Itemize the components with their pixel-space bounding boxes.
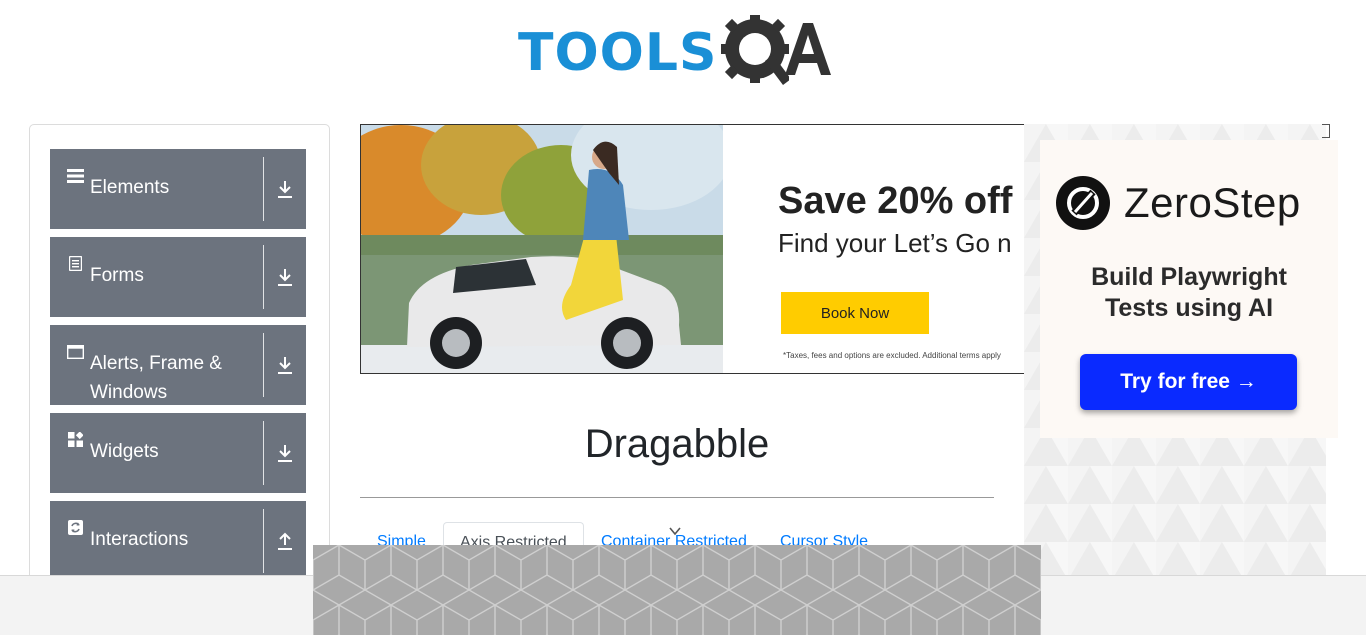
download-arrow-icon[interactable] <box>264 237 306 317</box>
list-icon <box>67 149 84 183</box>
upload-arrow-icon[interactable] <box>264 501 306 581</box>
ad-banner[interactable]: Save 20% off l Find your Let’s Go n Book… <box>360 124 1060 374</box>
widgets-icon <box>67 413 84 447</box>
tagline-line-2: Tests using AI <box>1104 294 1274 322</box>
download-arrow-icon[interactable] <box>264 413 306 493</box>
sidebar-item-label: Alerts, Frame & <box>90 353 222 374</box>
ad-fine-print: *Taxes, fees and options are excluded. A… <box>783 351 1001 360</box>
logo-tools-text: TOOLS <box>518 23 718 83</box>
gear-magnifier-icon <box>721 15 790 85</box>
download-arrow-icon[interactable] <box>264 325 306 405</box>
sidebar-item-label-line2: Windows <box>90 382 168 403</box>
cube-pattern-background <box>313 545 1041 635</box>
logo-qa-text <box>785 22 832 84</box>
sidebar-item-label: Widgets <box>90 441 159 462</box>
download-arrow-icon[interactable] <box>264 149 306 229</box>
toolsqa-logo[interactable]: TOOLS <box>518 14 842 92</box>
sidebar-item-label: Forms <box>90 265 144 286</box>
sidebar-item-forms[interactable]: Forms <box>50 237 306 317</box>
sidebar-item-label: Interactions <box>90 529 189 550</box>
sidebar-item-elements[interactable]: Elements <box>50 149 306 229</box>
book-now-button[interactable]: Book Now <box>781 292 929 334</box>
refresh-icon <box>67 501 84 535</box>
tagline-line-1: Build Playwright <box>1091 263 1287 291</box>
try-for-free-button[interactable]: Try for free → <box>1080 354 1297 410</box>
sidebar-item-alerts-frame-windows[interactable]: Alerts, Frame & Windows <box>50 325 306 405</box>
sidebar-item-widgets[interactable]: Widgets <box>50 413 306 493</box>
zerostep-brand: ZeroStep <box>1056 176 1301 230</box>
sidebar: Elements Forms Alerts, Frame & Windows W… <box>29 124 330 635</box>
window-icon <box>67 325 84 359</box>
ad-photo-car-woman <box>361 125 723 373</box>
sidebar-item-interactions[interactable]: Interactions <box>50 501 306 581</box>
bottom-ad[interactable] <box>313 545 1041 635</box>
page-title: Dragabble <box>584 422 770 466</box>
logo-a-glyph <box>785 22 832 75</box>
page: TOOLS Elements Forms Alerts, Frame & Win… <box>0 0 1366 635</box>
zerostep-ad[interactable]: ZeroStep Build Playwright Tests using AI… <box>1040 140 1338 438</box>
close-ad-icon[interactable] <box>668 526 682 540</box>
zerostep-logo-icon <box>1056 176 1110 230</box>
form-doc-icon <box>67 237 84 271</box>
zerostep-tagline: Build Playwright Tests using AI <box>1040 262 1338 324</box>
ad-close-icon[interactable] <box>1322 124 1330 138</box>
zerostep-brand-name: ZeroStep <box>1124 179 1301 226</box>
ad-subline: Find your Let’s Go n <box>778 228 1012 258</box>
sidebar-item-label: Elements <box>90 177 170 198</box>
ad-headline: Save 20% off l <box>778 180 1034 222</box>
divider <box>360 497 994 498</box>
